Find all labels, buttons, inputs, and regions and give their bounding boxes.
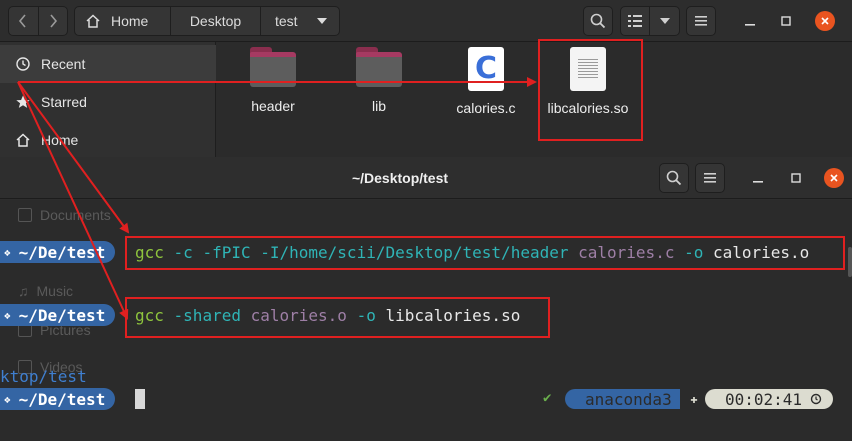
file-grid: header lib C calories.c libcalories.so xyxy=(217,42,852,160)
elapsed-time: 00:02:41 xyxy=(725,389,803,409)
clock-icon xyxy=(810,393,822,405)
star-icon xyxy=(15,94,31,110)
chevron-left-icon xyxy=(19,14,27,28)
chevron-right-icon xyxy=(50,14,58,28)
view-dropdown-button[interactable] xyxy=(650,7,679,35)
highlight-box-command-2 xyxy=(125,297,550,338)
path-home-label: Home xyxy=(111,13,149,29)
path-home[interactable]: Home xyxy=(75,7,171,35)
sidebar-item-starred[interactable]: Starred xyxy=(0,83,216,121)
prompt-icon: ❖ xyxy=(4,392,11,406)
minimize-button[interactable] xyxy=(740,11,760,31)
file-item-lib[interactable]: lib xyxy=(337,47,421,115)
maximize-button[interactable] xyxy=(776,11,796,31)
close-icon xyxy=(830,174,838,182)
conda-env-label: anaconda3 xyxy=(585,389,672,409)
path-test-label: test xyxy=(275,13,298,29)
search-icon xyxy=(590,13,606,29)
history-nav xyxy=(8,6,68,36)
hamburger-icon xyxy=(704,173,716,183)
path-desktop-label: Desktop xyxy=(189,13,242,29)
sidebar-item-recent[interactable]: Recent xyxy=(0,45,216,83)
ghost-sidebar-item: Documents xyxy=(18,207,111,223)
file-item-calories-c[interactable]: C calories.c xyxy=(444,47,528,117)
hamburger-icon xyxy=(695,16,707,26)
file-label: header xyxy=(251,98,295,114)
folder-icon xyxy=(250,47,296,87)
home-icon xyxy=(86,14,100,28)
file-item-header[interactable]: header xyxy=(231,47,315,115)
forward-button[interactable] xyxy=(37,7,67,35)
prompt-cwd: ~/De/test xyxy=(18,389,106,409)
sidebar-item-label: Home xyxy=(41,132,79,148)
file-manager-headerbar: Home Desktop test xyxy=(0,0,852,42)
screen: Home Desktop test Recent Starred Home he… xyxy=(0,0,852,441)
prompt-cwd: ~/De/test xyxy=(18,305,106,325)
terminal-close-button[interactable] xyxy=(824,168,844,188)
back-button[interactable] xyxy=(9,7,38,35)
file-label: lib xyxy=(371,98,386,114)
prompt-icon: ❖ xyxy=(4,308,11,322)
ghost-sidebar-item: ♫ Music xyxy=(18,283,74,299)
terminal-search-button[interactable] xyxy=(659,163,689,193)
elapsed-time-badge: 00:02:41 xyxy=(705,389,833,409)
clock-icon xyxy=(15,56,31,72)
folder-icon xyxy=(356,47,402,87)
path-desktop[interactable]: Desktop xyxy=(171,7,261,35)
places-sidebar: Recent Starred Home xyxy=(0,42,216,160)
prompt-icon: ❖ xyxy=(4,245,11,259)
caret-down-icon xyxy=(317,18,327,24)
file-manager-window: Home Desktop test Recent Starred Home he… xyxy=(0,0,852,160)
minimize-icon xyxy=(753,181,763,183)
menu-button[interactable] xyxy=(686,6,716,36)
close-button[interactable] xyxy=(815,11,835,31)
c-glyph: C xyxy=(474,51,498,86)
close-icon xyxy=(821,17,829,25)
view-options-group xyxy=(620,6,680,36)
caret-down-icon xyxy=(659,18,670,24)
prompt-cwd: ~/De/test xyxy=(18,242,106,262)
file-label: calories.c xyxy=(456,100,516,116)
search-icon xyxy=(666,170,682,186)
terminal-maximize-button[interactable] xyxy=(786,168,806,188)
sidebar-item-label: Recent xyxy=(41,56,86,72)
shell-prompt: ❖ ~/De/test xyxy=(0,304,116,326)
path-test[interactable]: test xyxy=(261,7,339,35)
music-icon: ♫ xyxy=(18,283,29,299)
cwd-fragment: ktop/test xyxy=(0,367,87,386)
sidebar-item-home[interactable]: Home xyxy=(0,121,216,159)
shell-prompt: ❖ ~/De/test xyxy=(0,388,116,410)
maximize-icon xyxy=(781,16,791,26)
shell-prompt: ❖ ~/De/test xyxy=(0,241,116,263)
path-bar: Home Desktop test xyxy=(74,6,340,36)
terminal-menu-button[interactable] xyxy=(695,163,725,193)
c-source-file-icon: C xyxy=(468,47,504,91)
terminal-minimize-button[interactable] xyxy=(748,168,768,188)
search-button[interactable] xyxy=(583,6,613,36)
list-view-button[interactable] xyxy=(621,7,651,35)
list-view-icon xyxy=(628,15,642,27)
conda-env-badge: anaconda3 xyxy=(565,389,680,409)
terminal-scrollbar[interactable] xyxy=(848,247,852,277)
terminal-cursor xyxy=(135,389,145,409)
maximize-icon xyxy=(791,173,801,183)
home-icon xyxy=(15,132,31,148)
separator-icon: ✚ xyxy=(690,392,698,406)
terminal-headerbar: ~/Desktop/test xyxy=(0,157,852,199)
highlight-box-output-file xyxy=(538,39,643,141)
status-ok-icon: ✔ xyxy=(543,390,552,406)
minimize-icon xyxy=(745,24,755,26)
highlight-box-command-1 xyxy=(125,236,845,270)
sidebar-item-label: Starred xyxy=(41,94,87,110)
